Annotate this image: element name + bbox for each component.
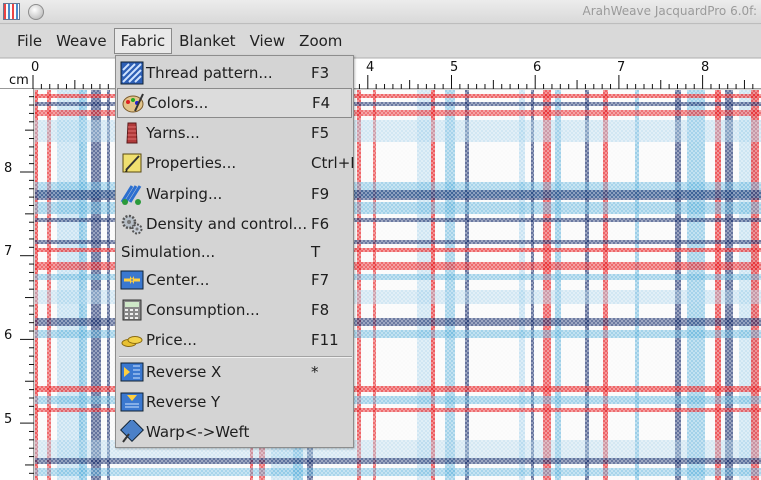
menu-weave[interactable]: Weave bbox=[49, 28, 113, 54]
menu-item-shortcut: F11 bbox=[311, 331, 339, 349]
ruler-label-y8: 8 bbox=[4, 161, 13, 176]
menu-yarns[interactable]: Yarns... F5 bbox=[117, 118, 352, 148]
palette-icon bbox=[121, 91, 145, 115]
menu-bar: File Weave Fabric Blanket View Zoom bbox=[0, 25, 761, 58]
menu-item-shortcut: * bbox=[311, 363, 319, 381]
menu-thread-pattern[interactable]: Thread pattern... F3 bbox=[117, 58, 352, 88]
ruler-label-5: 5 bbox=[450, 60, 459, 75]
warping-icon bbox=[120, 182, 144, 206]
window-menu-button[interactable] bbox=[28, 4, 44, 20]
gears-icon bbox=[120, 212, 144, 236]
reverse-x-icon bbox=[120, 360, 144, 384]
menu-blanket[interactable]: Blanket bbox=[172, 28, 242, 54]
ruler-unit-label: cm bbox=[9, 73, 29, 88]
menu-center[interactable]: Center... F7 bbox=[117, 265, 352, 295]
menu-colors[interactable]: Colors... F4 bbox=[117, 88, 352, 118]
ruler-label-y5: 5 bbox=[4, 412, 13, 427]
menu-fabric[interactable]: Fabric bbox=[113, 28, 173, 54]
menu-simulation[interactable]: Simulation... T bbox=[117, 237, 352, 267]
menu-item-shortcut: Ctrl+I bbox=[311, 154, 355, 172]
menu-item-shortcut: F7 bbox=[311, 271, 330, 289]
thread-pattern-icon bbox=[120, 61, 144, 85]
coins-icon bbox=[120, 328, 144, 352]
ruler-label-y6: 6 bbox=[4, 328, 13, 343]
ruler-label-7: 7 bbox=[617, 60, 626, 75]
center-icon bbox=[120, 268, 144, 292]
vertical-ruler: 8 7 6 5 bbox=[0, 89, 34, 480]
ruler-label-8: 8 bbox=[701, 60, 710, 75]
menu-item-label: Reverse X bbox=[146, 363, 222, 381]
menu-item-label: Warp<->Weft bbox=[146, 423, 250, 441]
ruler-label-6: 6 bbox=[533, 60, 542, 75]
menu-item-label: Reverse Y bbox=[146, 393, 221, 411]
menu-item-shortcut: F4 bbox=[312, 94, 331, 112]
menu-properties[interactable]: Properties... Ctrl+I bbox=[117, 148, 355, 178]
window-title: ArahWeave JacquardPro 6.0f: bbox=[582, 4, 757, 18]
warp-weft-swap-icon bbox=[119, 417, 145, 444]
title-bar: ArahWeave JacquardPro 6.0f: bbox=[0, 0, 761, 24]
menu-file[interactable]: File bbox=[10, 28, 49, 54]
app-window: ArahWeave JacquardPro 6.0f: File Weave F… bbox=[0, 0, 761, 480]
menu-warp-weft[interactable]: Warp<->Weft bbox=[117, 417, 352, 447]
menu-item-shortcut: F8 bbox=[311, 301, 330, 319]
arahweave-app-icon[interactable] bbox=[3, 3, 20, 20]
calculator-icon bbox=[120, 298, 144, 322]
fabric-menu-dropdown: Thread pattern... F3 Colors... F4 Yarns.… bbox=[115, 55, 355, 448]
menu-item-shortcut: F6 bbox=[311, 215, 330, 233]
menu-item-shortcut: F3 bbox=[311, 64, 330, 82]
ruler-label-0: 0 bbox=[31, 60, 40, 75]
menu-zoom[interactable]: Zoom bbox=[292, 28, 349, 54]
menu-price[interactable]: Price... F11 bbox=[117, 325, 352, 355]
menu-warping[interactable]: Warping... F9 bbox=[117, 179, 352, 209]
menu-consumption[interactable]: Consumption... F8 bbox=[117, 295, 352, 325]
yarn-spool-icon bbox=[120, 121, 144, 145]
ruler-label-4: 4 bbox=[366, 60, 375, 75]
menu-reverse-x[interactable]: Reverse X * bbox=[117, 357, 352, 387]
ruler-label-y7: 7 bbox=[4, 244, 13, 259]
menu-item-shortcut: T bbox=[311, 243, 321, 261]
menu-reverse-y[interactable]: Reverse Y bbox=[117, 387, 352, 417]
properties-icon bbox=[120, 151, 144, 175]
menu-density-control[interactable]: Density and control... F6 bbox=[117, 209, 352, 239]
reverse-y-icon bbox=[120, 390, 144, 414]
menu-item-shortcut: F5 bbox=[311, 124, 330, 142]
menu-item-shortcut: F9 bbox=[311, 185, 330, 203]
menu-view[interactable]: View bbox=[243, 28, 293, 54]
